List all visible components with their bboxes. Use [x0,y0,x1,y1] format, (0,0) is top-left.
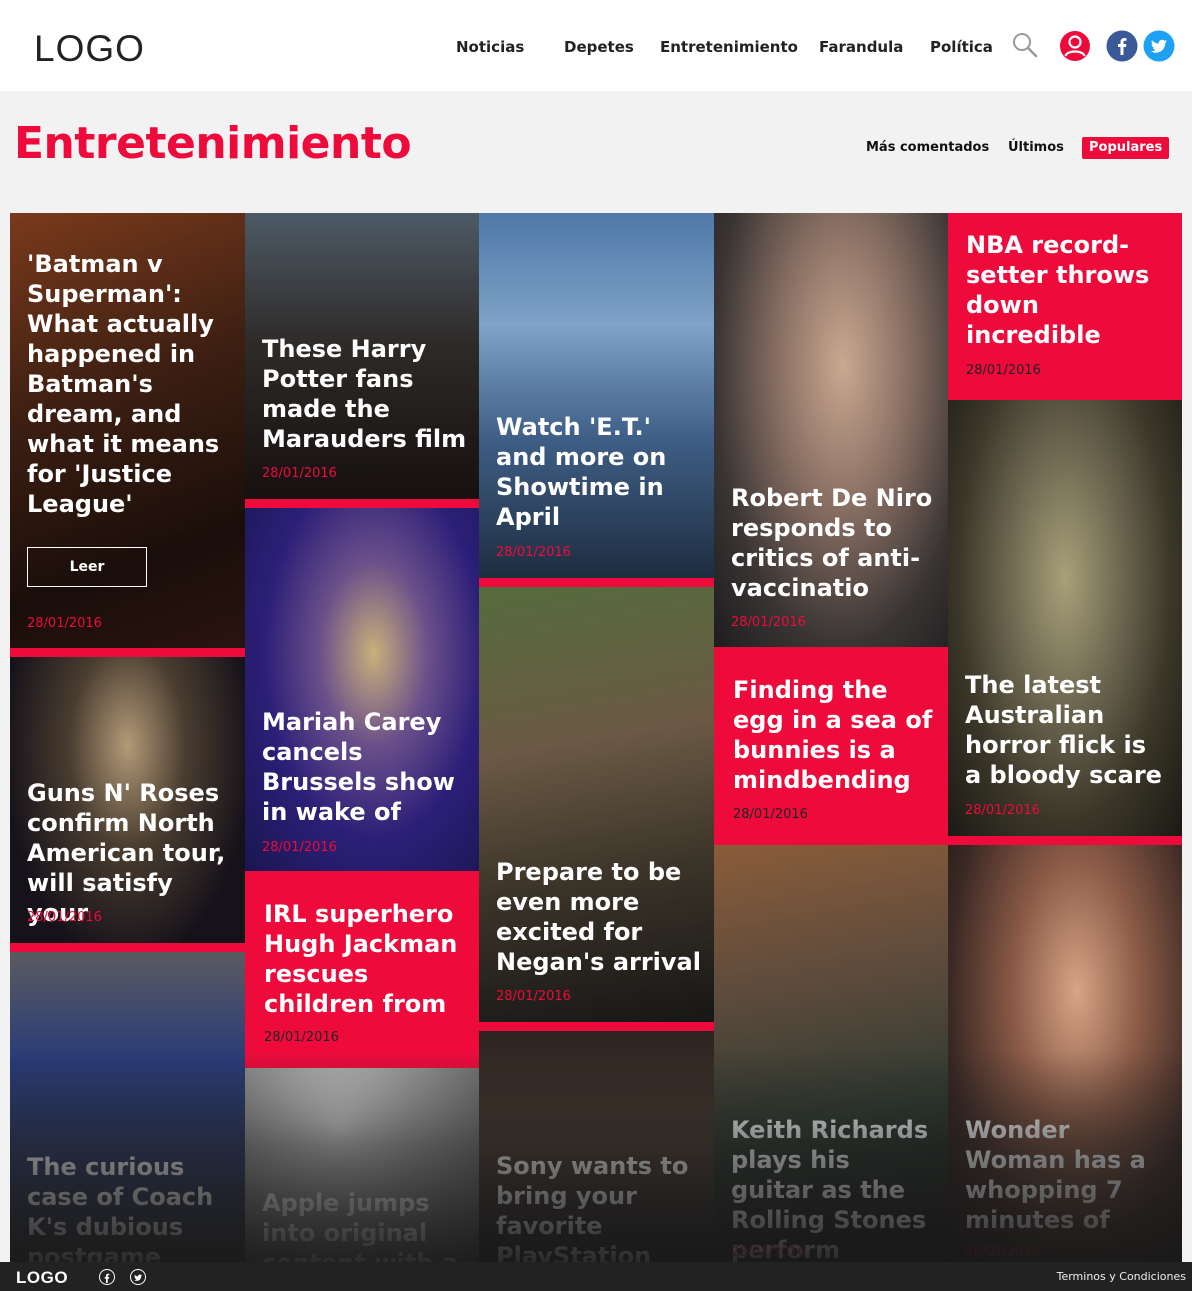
card-divider [10,648,245,657]
site-footer: LOGO Terminos y Condiciones [0,1262,1192,1291]
nav-item-entretenimiento[interactable]: Entretenimiento [660,38,798,56]
article-title[interactable]: 'Batman v Superman': What actually happe… [27,249,233,519]
article-card[interactable]: NBA record-setter throws down incredible… [948,213,1182,400]
article-date: 28/01/2016 [27,616,102,631]
article-title[interactable]: Apple jumps into original content with a [262,1188,467,1262]
filter-mas-comentados[interactable]: Más comentados [866,140,989,155]
article-card[interactable]: Keith Richards plays his guitar as the R… [714,845,948,1262]
article-card[interactable]: Mariah Carey cancels Brussels show in wa… [245,508,479,871]
article-date: 28/01/2016 [262,840,337,855]
article-title[interactable]: Finding the egg in a sea of bunnies is a… [733,675,936,795]
article-date: 28/01/2016 [262,466,337,481]
article-title[interactable]: Guns N' Roses confirm North American tou… [27,778,233,928]
article-card[interactable]: Apple jumps into original content with a [245,1068,479,1262]
article-card[interactable]: These Harry Potter fans made the Maraude… [245,213,479,508]
card-divider [479,1022,714,1031]
article-date: 28/01/2016 [731,615,806,630]
article-date: 28/01/2016 [965,803,1040,818]
user-icon[interactable] [1059,30,1091,66]
page-title: Entretenimiento [14,118,412,169]
nav-item-deportes[interactable]: Depetes [564,38,634,56]
article-title[interactable]: NBA record-setter throws down incredible [966,230,1170,350]
article-card[interactable]: 'Batman v Superman': What actually happe… [10,213,245,657]
article-date: 28/01/2016 [496,545,571,560]
twitter-icon[interactable] [130,1269,146,1285]
article-title[interactable]: IRL superhero Hugh Jackman rescues child… [264,899,467,1019]
article-card[interactable]: The latest Australian horror flick is a … [948,400,1182,845]
article-card[interactable]: Guns N' Roses confirm North American tou… [10,657,245,952]
article-card[interactable]: Robert De Niro responds to critics of an… [714,213,948,647]
filter-populares[interactable]: Populares [1082,137,1170,159]
article-card[interactable]: Finding the egg in a sea of bunnies is a… [714,647,948,845]
article-title[interactable]: Prepare to be even more excited for Nega… [496,857,702,977]
article-date: 28/01/2016 [965,1245,1040,1260]
search-icon[interactable] [1012,32,1038,62]
article-card[interactable]: Sony wants to bring your favorite PlaySt… [479,1031,714,1262]
facebook-icon[interactable] [1106,30,1138,66]
article-card[interactable]: Wonder Woman has a whopping 7 minutes of… [948,845,1182,1262]
article-card[interactable]: Prepare to be even more excited for Nega… [479,587,714,1031]
article-card[interactable]: IRL superhero Hugh Jackman rescues child… [245,871,479,1068]
article-title[interactable]: Sony wants to bring your favorite PlaySt… [496,1151,702,1262]
nav-item-noticias[interactable]: Noticias [456,38,524,56]
footer-logo[interactable]: LOGO [16,1268,68,1288]
article-title[interactable]: The latest Australian horror flick is a … [965,670,1170,790]
site-logo[interactable]: LOGO [34,28,145,70]
article-title[interactable]: Watch 'E.T.' and more on Showtime in Apr… [496,412,702,532]
article-title[interactable]: These Harry Potter fans made the Maraude… [262,334,467,454]
twitter-icon[interactable] [1143,30,1175,66]
card-divider [245,499,479,508]
nav-item-politica[interactable]: Política [930,38,993,56]
article-title[interactable]: The curious case of Coach K's dubious po… [27,1152,233,1262]
filter-ultimos[interactable]: Últimos [1008,140,1064,155]
card-divider [10,943,245,952]
article-title[interactable]: Robert De Niro responds to critics of an… [731,483,936,603]
article-date: 28/01/2016 [496,989,571,1004]
article-title[interactable]: Wonder Woman has a whopping 7 minutes of [965,1115,1170,1235]
article-card[interactable]: Watch 'E.T.' and more on Showtime in Apr… [479,213,714,587]
article-date: 28/01/2016 [264,1030,339,1045]
facebook-icon[interactable] [99,1269,115,1285]
nav-item-farandula[interactable]: Farandula [819,38,903,56]
article-date: 28/01/2016 [27,910,102,925]
read-button[interactable]: Leer [27,547,147,587]
card-divider [948,836,1182,845]
article-date: 28/01/2016 [731,1245,806,1260]
card-divider [479,578,714,587]
article-card[interactable]: The curious case of Coach K's dubious po… [10,952,245,1262]
terms-link[interactable]: Terminos y Condiciones [1057,1270,1186,1283]
article-date: 28/01/2016 [966,363,1041,378]
site-header: LOGO Noticias Depetes Entretenimiento Fa… [0,0,1192,91]
article-title[interactable]: Mariah Carey cancels Brussels show in wa… [262,707,467,827]
article-title[interactable]: Keith Richards plays his guitar as the R… [731,1115,936,1262]
article-date: 28/01/2016 [733,807,808,822]
